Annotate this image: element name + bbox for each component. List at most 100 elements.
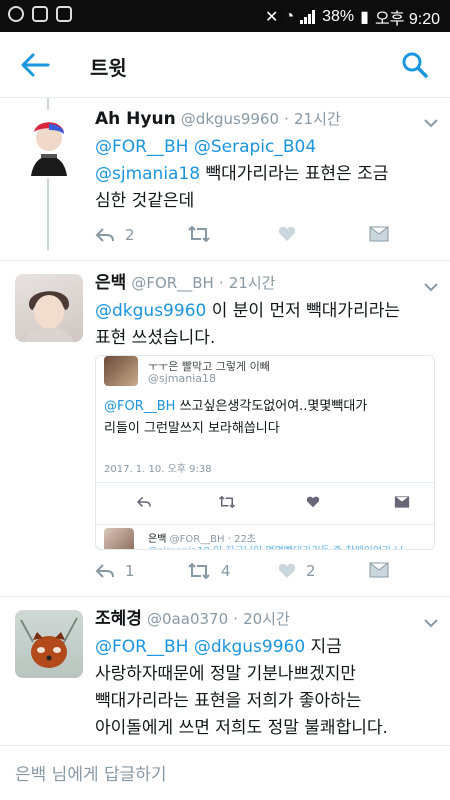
heart-icon xyxy=(278,226,296,241)
tweet-body: 조혜경 @0aa0370 · 20시간 @FOR__BH @dkgus9960 … xyxy=(95,608,418,742)
reply-icon xyxy=(95,228,114,242)
tweet-text-segment: 이 분이 먼저 빽대가리라는 xyxy=(206,301,400,321)
avatar[interactable] xyxy=(15,610,83,678)
wifi-icon: ◔ xyxy=(284,8,295,25)
signal-icon xyxy=(300,10,316,24)
tweet-text-segment: 지금 xyxy=(305,637,342,657)
status-bar: ✕ ◔ 38% ▮ 오후 9:20 xyxy=(0,0,450,32)
quote-text-segment: 리들이 그런말쓰지 보라해씁니다 xyxy=(104,421,280,436)
reply-action[interactable]: 2 xyxy=(95,226,135,244)
mention-link[interactable]: @sjmania18 xyxy=(95,164,200,184)
reply-count: 1 xyxy=(125,562,135,580)
quote-avatar xyxy=(104,528,134,549)
retweet-icon xyxy=(218,496,236,508)
separator-dot: · xyxy=(284,110,289,128)
status-right: ✕ ◔ 38% ▮ 오후 9:20 xyxy=(265,5,440,29)
tweet-text-segment: 빽대가리라는 표현은 조금 xyxy=(200,164,389,184)
quote-date: 2017. 1. 10. 오후 9:38 xyxy=(104,464,212,475)
quote-reply-preview: 은백 @FOR__BH · 22초 @sjmania18 이 지금님이 명명빽대… xyxy=(104,528,434,549)
separator-dot: · xyxy=(218,274,224,292)
tweet-text: @dkgus9960 이 분이 먼저 빽대가리라는 표현 쓰셨습니다. xyxy=(95,298,418,352)
like-count: 2 xyxy=(306,562,316,580)
retweet-icon xyxy=(188,563,210,579)
tweet-text-segment: 심한 것같은데 xyxy=(95,191,195,211)
like-action[interactable] xyxy=(278,226,296,242)
quote-avatar xyxy=(104,356,138,386)
mail-icon xyxy=(394,496,410,508)
battery-level: 38% xyxy=(322,8,355,25)
divider xyxy=(0,596,450,597)
tweet-text-segment: 사랑하자때문에 정말 기분나쁘겠지만 xyxy=(95,664,357,684)
divider xyxy=(96,482,434,483)
quote-header: ㅜㅜ은 빨막고 그렇게 이빼 @sjmania18 xyxy=(104,356,424,392)
divider xyxy=(96,524,434,525)
app-notification-icon xyxy=(8,6,24,22)
mention-link[interactable]: @dkgus9960 xyxy=(194,637,305,657)
quote-actions xyxy=(136,494,426,514)
author-handle: @FOR__BH xyxy=(131,274,214,292)
retweet-action[interactable]: 4 xyxy=(187,562,231,580)
mention-link[interactable]: @dkgus9960 xyxy=(95,301,206,321)
notification-icons xyxy=(8,6,72,22)
tweet-body: Ah Hyun @dkgus9960 · 21시간 @FOR__BH @Sera… xyxy=(95,108,418,215)
quote-mention: @FOR__BH xyxy=(104,399,176,414)
heart-icon xyxy=(278,563,296,578)
tweet-text-segment: 빽대가리라는 표현을 저희가 좋아하는 xyxy=(95,691,362,711)
quote-cut-text: @sjmania18 이 지금님이 명명빽대가리들 좀 찾쩨이여가 나 xyxy=(148,542,404,549)
battery-icon: ▮ xyxy=(360,9,369,26)
reply-bar: 은백 님에게 답글하기 xyxy=(0,745,450,800)
author-name[interactable]: Ah Hyun xyxy=(95,109,176,129)
dm-action[interactable] xyxy=(369,562,389,578)
tweet-actions: 1 4 2 xyxy=(95,562,395,586)
mention-link[interactable]: @FOR__BH xyxy=(95,637,188,657)
tweet-time: 21시간 xyxy=(294,110,341,128)
avatar[interactable] xyxy=(15,110,83,178)
tweet-header: 은백 @FOR__BH · 21시간 xyxy=(95,272,418,294)
reply-icon xyxy=(136,496,151,508)
mail-icon xyxy=(369,562,389,578)
author-name[interactable]: 은백 xyxy=(95,273,126,293)
mail-icon xyxy=(369,226,389,242)
reply-count: 2 xyxy=(125,226,135,244)
chevron-down-icon[interactable] xyxy=(424,282,438,292)
avatar[interactable] xyxy=(15,274,83,342)
gallery-notification-icon xyxy=(32,6,48,22)
tweet-text: @FOR__BH @Serapic_B04 @sjmania18 빽대가리라는 … xyxy=(95,134,418,215)
tweet-time: 21시간 xyxy=(228,274,276,292)
heart-icon xyxy=(306,496,320,508)
separator-dot: · xyxy=(233,610,238,628)
clipboard-notification-icon xyxy=(56,6,72,22)
like-action[interactable]: 2 xyxy=(278,562,316,580)
tweet-text-segment: 아이돌에게 쓰면 저희도 정말 불쾌합니다. xyxy=(95,718,388,738)
mention-link[interactable]: @Serapic_B04 xyxy=(194,137,316,157)
reply-icon xyxy=(95,564,114,578)
tweet-text: @FOR__BH @dkgus9960 지금 사랑하자때문에 정말 기분나쁘겠지… xyxy=(95,634,418,742)
retweet-count: 4 xyxy=(221,562,231,580)
mute-icon: ✕ xyxy=(265,9,279,26)
tweet-ah-hyun[interactable]: Ah Hyun @dkgus9960 · 21시간 @FOR__BH @Sera… xyxy=(0,98,450,255)
author-handle: @0aa0370 xyxy=(147,610,229,628)
page-title: 트윗 xyxy=(90,56,127,80)
tweet-header: 조혜경 @0aa0370 · 20시간 xyxy=(95,608,418,630)
chevron-down-icon[interactable] xyxy=(424,118,438,128)
chevron-down-icon[interactable] xyxy=(424,618,438,628)
tweet-time: 20시간 xyxy=(243,610,290,628)
back-arrow-icon[interactable] xyxy=(18,50,52,80)
dm-action[interactable] xyxy=(369,226,389,242)
author-handle: @dkgus9960 xyxy=(180,110,280,128)
search-icon[interactable] xyxy=(400,50,430,80)
quote-handle: @sjmania18 xyxy=(148,372,217,385)
tweet-johyekyung[interactable]: 조혜경 @0aa0370 · 20시간 @FOR__BH @dkgus9960 … xyxy=(0,598,450,745)
reply-action[interactable]: 1 xyxy=(95,562,135,580)
clock: 오후 9:20 xyxy=(374,11,440,28)
retweet-icon xyxy=(188,226,210,242)
mention-link[interactable]: @FOR__BH xyxy=(95,137,188,157)
quote-text: @FOR__BH 쓰고싶은생각도없어여..몇몇빽대가 리들이 그런말쓰지 보라해… xyxy=(104,396,424,440)
author-name[interactable]: 조혜경 xyxy=(95,609,142,629)
app-bar: 트윗 xyxy=(0,32,450,98)
reply-input[interactable]: 은백 님에게 답글하기 xyxy=(15,760,167,785)
tweet-actions: 2 xyxy=(95,226,395,250)
quote-text-segment: 쓰고싶은생각도없어여..몇몇빽대가 xyxy=(175,399,368,414)
quoted-screenshot[interactable]: ㅜㅜ은 빨막고 그렇게 이빼 @sjmania18 @FOR__BH 쓰고싶은생… xyxy=(95,355,435,550)
retweet-action[interactable] xyxy=(187,226,211,242)
